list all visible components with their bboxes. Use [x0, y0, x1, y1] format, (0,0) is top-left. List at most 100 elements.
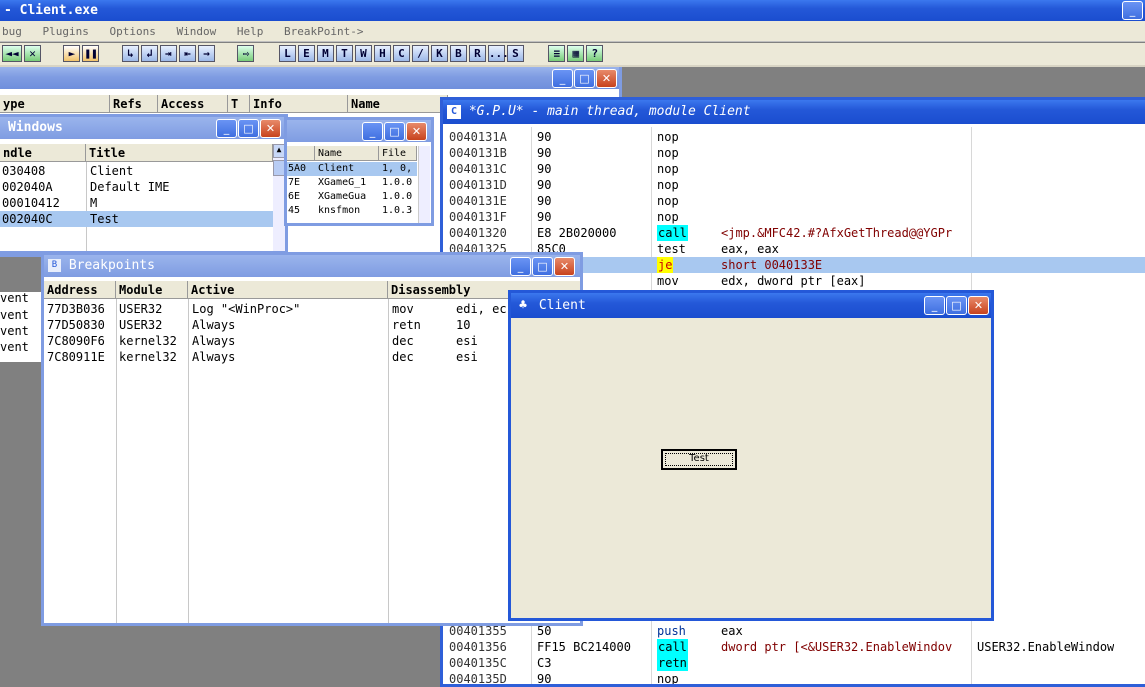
disasm-address: 0040131B [449, 146, 507, 160]
table-row[interactable]: 7C8090F6 kernel32 Always dec esi [44, 333, 580, 349]
disasm-row[interactable]: 00401320 E8 2B020000 call <jmp.&MFC42.#?Afx… [443, 225, 1145, 241]
client-minimize-button[interactable]: _ [924, 296, 945, 315]
menu-debug[interactable]: bug [2, 25, 22, 38]
col-info[interactable]: Info [250, 95, 348, 113]
windows-close-button[interactable]: ✕ [260, 119, 281, 138]
close-icon[interactable]: ✕ [24, 45, 41, 62]
list-icon[interactable]: ≡ [548, 45, 566, 62]
toolbar-l-button[interactable]: L [278, 45, 296, 62]
breakpoints-maximize-button[interactable]: □ [532, 257, 553, 276]
col-refs[interactable]: Refs [110, 95, 158, 113]
list-item-selected[interactable]: 002040C Test [0, 211, 273, 227]
toolbar-c-button[interactable]: C [392, 45, 410, 62]
col-t[interactable]: T [228, 95, 250, 113]
disasm-row[interactable]: 0040131B 90 nop [443, 145, 1145, 161]
col-type[interactable]: ype [0, 95, 110, 113]
list-item[interactable]: 7E XGameG_1 1.0.0 [287, 176, 417, 190]
toolbar-e-button[interactable]: E [297, 45, 315, 62]
modules-maximize-button[interactable]: □ [384, 122, 405, 141]
disasm-row[interactable]: 0040131F 90 nop [443, 209, 1145, 225]
disasm-mnemonic: je [657, 257, 674, 273]
breakpoints-close-button[interactable]: ✕ [554, 257, 575, 276]
toolbar-slash-button[interactable]: / [411, 45, 429, 62]
disasm-row[interactable]: 00401356 FF15 BC214000 call dword ptr [<&US… [443, 639, 1145, 655]
execute-till-return-icon[interactable]: → [197, 45, 215, 62]
trace-into-icon[interactable]: ⇥ [159, 45, 177, 62]
menu-help[interactable]: Help [237, 25, 264, 38]
client-maximize-button[interactable]: □ [946, 296, 967, 315]
disasm-row[interactable]: 0040131C 90 nop [443, 161, 1145, 177]
toolbar-r-button[interactable]: R [468, 45, 486, 62]
memory-minimize-button[interactable]: _ [552, 69, 573, 88]
disasm-operands: eax [721, 624, 743, 638]
col-handle[interactable]: ndle [0, 144, 86, 162]
col-module[interactable]: Module [116, 281, 188, 299]
windows-maximize-button[interactable]: □ [238, 119, 259, 138]
disasm-row[interactable]: 0040131D 90 nop [443, 177, 1145, 193]
disasm-mnemonic: nop [657, 162, 679, 176]
test-button[interactable]: Test [661, 449, 737, 470]
menu-plugins[interactable]: Plugins [43, 25, 89, 38]
disasm-mnemonic: retn [657, 655, 688, 671]
menu-options[interactable]: Options [109, 25, 155, 38]
go-to-icon[interactable]: ⇨ [237, 45, 255, 62]
col-base[interactable] [287, 146, 315, 161]
grid-icon[interactable]: ▦ [567, 45, 585, 62]
windows-minimize-button[interactable]: _ [216, 119, 237, 138]
step-back-icon[interactable]: ◄◄ [2, 45, 22, 62]
toolbar-b-button[interactable]: B [449, 45, 467, 62]
memory-map-title-bar [0, 67, 619, 89]
col-name[interactable]: Name [348, 95, 448, 113]
disasm-hex: 90 [537, 130, 552, 144]
toolbar-h-button[interactable]: H [373, 45, 391, 62]
disasm-row[interactable]: 0040135C C3 retn [443, 655, 1145, 671]
table-row[interactable]: 77D3B036 USER32 Log "<WinProc>" mov edi, ec [44, 301, 580, 317]
toolbar-k-button[interactable]: K [430, 45, 448, 62]
toolbar-t-button[interactable]: T [335, 45, 353, 62]
step-over-icon[interactable]: ↲ [140, 45, 158, 62]
table-row[interactable]: 7C80911E kernel32 Always dec esi [44, 349, 580, 365]
toolbar-dots-button[interactable]: ... [487, 45, 509, 62]
run-icon[interactable]: ► [63, 45, 81, 62]
menu-breakpoint[interactable]: BreakPoint-> [284, 25, 363, 38]
toolbar-w-button[interactable]: W [354, 45, 372, 62]
list-item[interactable]: 6E XGameGua 1.0.0 [287, 190, 417, 204]
help-icon[interactable]: ? [586, 45, 604, 62]
disasm-address: 0040131F [449, 210, 507, 224]
col-access[interactable]: Access [158, 95, 228, 113]
col-active[interactable]: Active [188, 281, 388, 299]
disasm-row[interactable]: 0040131A 90 nop [443, 129, 1145, 145]
breakpoints-minimize-button[interactable]: _ [510, 257, 531, 276]
list-item[interactable]: 45 knsfmon 1.0.3 [287, 204, 417, 218]
disasm-row[interactable]: 0040135D 90 nop [443, 671, 1145, 684]
col-title[interactable]: Title [86, 144, 273, 162]
col-address[interactable]: Address [44, 281, 116, 299]
memory-close-button[interactable]: ✕ [596, 69, 617, 88]
disasm-hex: E8 2B020000 [537, 226, 617, 240]
col-module-name[interactable]: Name [315, 146, 379, 161]
disasm-hex: FF15 BC214000 [537, 640, 631, 654]
modules-scrollbar[interactable] [418, 146, 430, 223]
disasm-address: 0040131D [449, 178, 507, 192]
memory-maximize-button[interactable]: □ [574, 69, 595, 88]
disasm-hex: 90 [537, 162, 552, 176]
modules-close-button[interactable]: ✕ [406, 122, 427, 141]
table-row[interactable]: 77D50830 USER32 Always retn 10 [44, 317, 580, 333]
list-item[interactable]: 030408 Client [0, 163, 273, 179]
list-item-selected[interactable]: 5A0 Client 1, 0, [287, 162, 417, 176]
step-into-icon[interactable]: ↳ [121, 45, 139, 62]
toolbar-s-button[interactable]: S [506, 45, 524, 62]
client-close-button[interactable]: ✕ [968, 296, 989, 315]
col-file[interactable]: File [379, 146, 417, 161]
disasm-operands: short 0040133E [721, 258, 823, 272]
client-title-bar: ♣ Client [511, 293, 991, 318]
list-item[interactable]: 002040A Default IME [0, 179, 273, 195]
trace-over-icon[interactable]: ⇤ [178, 45, 196, 62]
main-minimize-button[interactable]: _ [1122, 1, 1143, 20]
disasm-row[interactable]: 0040131E 90 nop [443, 193, 1145, 209]
toolbar-m-button[interactable]: M [316, 45, 334, 62]
menu-window[interactable]: Window [176, 25, 216, 38]
list-item[interactable]: 00010412 M [0, 195, 273, 211]
pause-icon[interactable]: ❚❚ [82, 45, 100, 62]
modules-minimize-button[interactable]: _ [362, 122, 383, 141]
